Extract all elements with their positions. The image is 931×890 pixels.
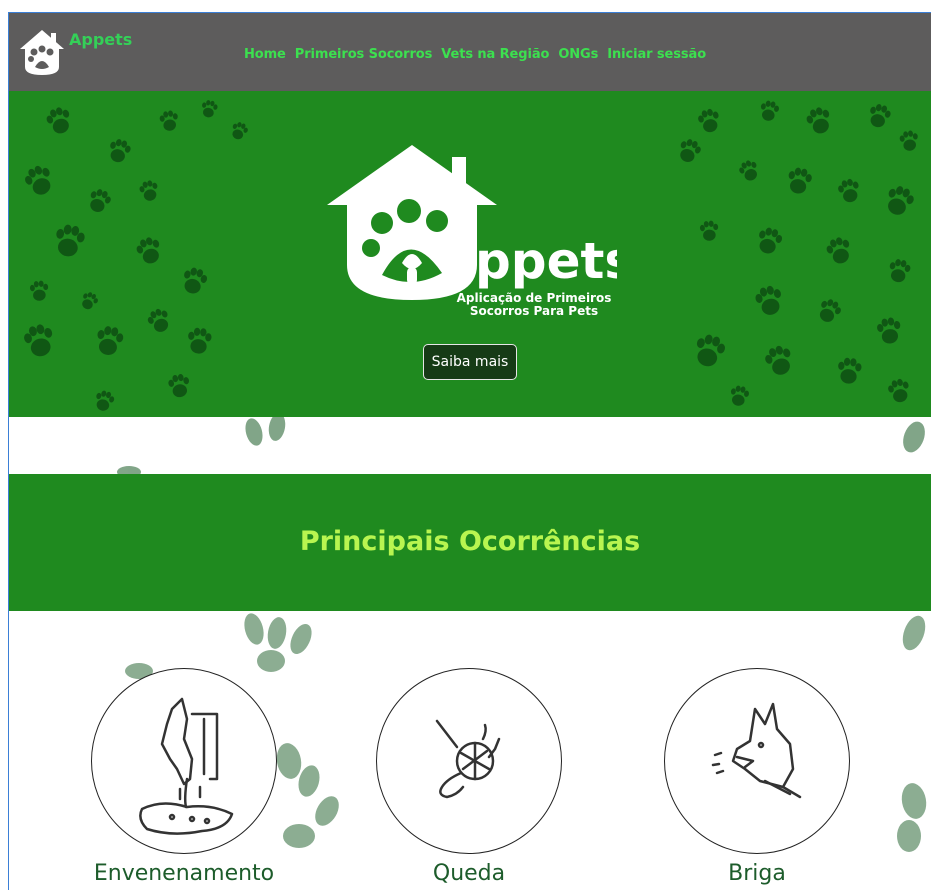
browser-viewport: Appets Home Primeiros Socorros Vets na R… <box>8 12 931 890</box>
occurrences-section: Envenenamento Queda Briga <box>9 611 931 890</box>
poisoned-dog-icon <box>139 697 234 835</box>
brand-name: Appets <box>69 30 133 49</box>
section-header: Principais Ocorrências <box>9 474 931 611</box>
spacer-band <box>9 417 931 474</box>
fall-injury-icon <box>435 719 501 799</box>
card-label: Queda <box>432 861 506 886</box>
top-navbar: Appets Home Primeiros Socorros Vets na R… <box>9 13 931 91</box>
hero-subtitle-line2: Socorros Para Pets <box>469 304 599 318</box>
card-circle <box>664 668 850 854</box>
card-circle <box>91 668 277 854</box>
paw-pattern-decoration <box>117 417 925 474</box>
card-label: Briga <box>728 861 786 886</box>
nav-vets-na-regiao[interactable]: Vets na Região <box>441 47 549 62</box>
card-briga[interactable]: Briga <box>664 668 850 886</box>
card-queda[interactable]: Queda <box>376 668 562 886</box>
angry-dog-icon <box>711 702 802 799</box>
main-nav: Home Primeiros Socorros Vets na Região O… <box>244 47 706 62</box>
saiba-mais-button[interactable]: Saiba mais <box>423 344 517 380</box>
hero-logo-text: ppets <box>475 232 617 290</box>
hero-banner: ppets Aplicação de Primeiros Socorros Pa… <box>9 91 931 417</box>
card-envenenamento[interactable]: Envenenamento <box>91 668 277 886</box>
nav-home[interactable]: Home <box>244 47 286 62</box>
nav-primeiros-socorros[interactable]: Primeiros Socorros <box>295 47 433 62</box>
section-title: Principais Ocorrências <box>299 526 641 557</box>
nav-ongs[interactable]: ONGs <box>558 47 598 62</box>
hero-subtitle: Aplicação de Primeiros Socorros Para Pet… <box>454 292 614 318</box>
brand[interactable]: Appets <box>17 27 132 77</box>
card-circle <box>376 668 562 854</box>
paw-house-icon <box>20 30 64 75</box>
card-label: Envenenamento <box>93 861 275 886</box>
nav-iniciar-sessao[interactable]: Iniciar sessão <box>607 47 706 62</box>
